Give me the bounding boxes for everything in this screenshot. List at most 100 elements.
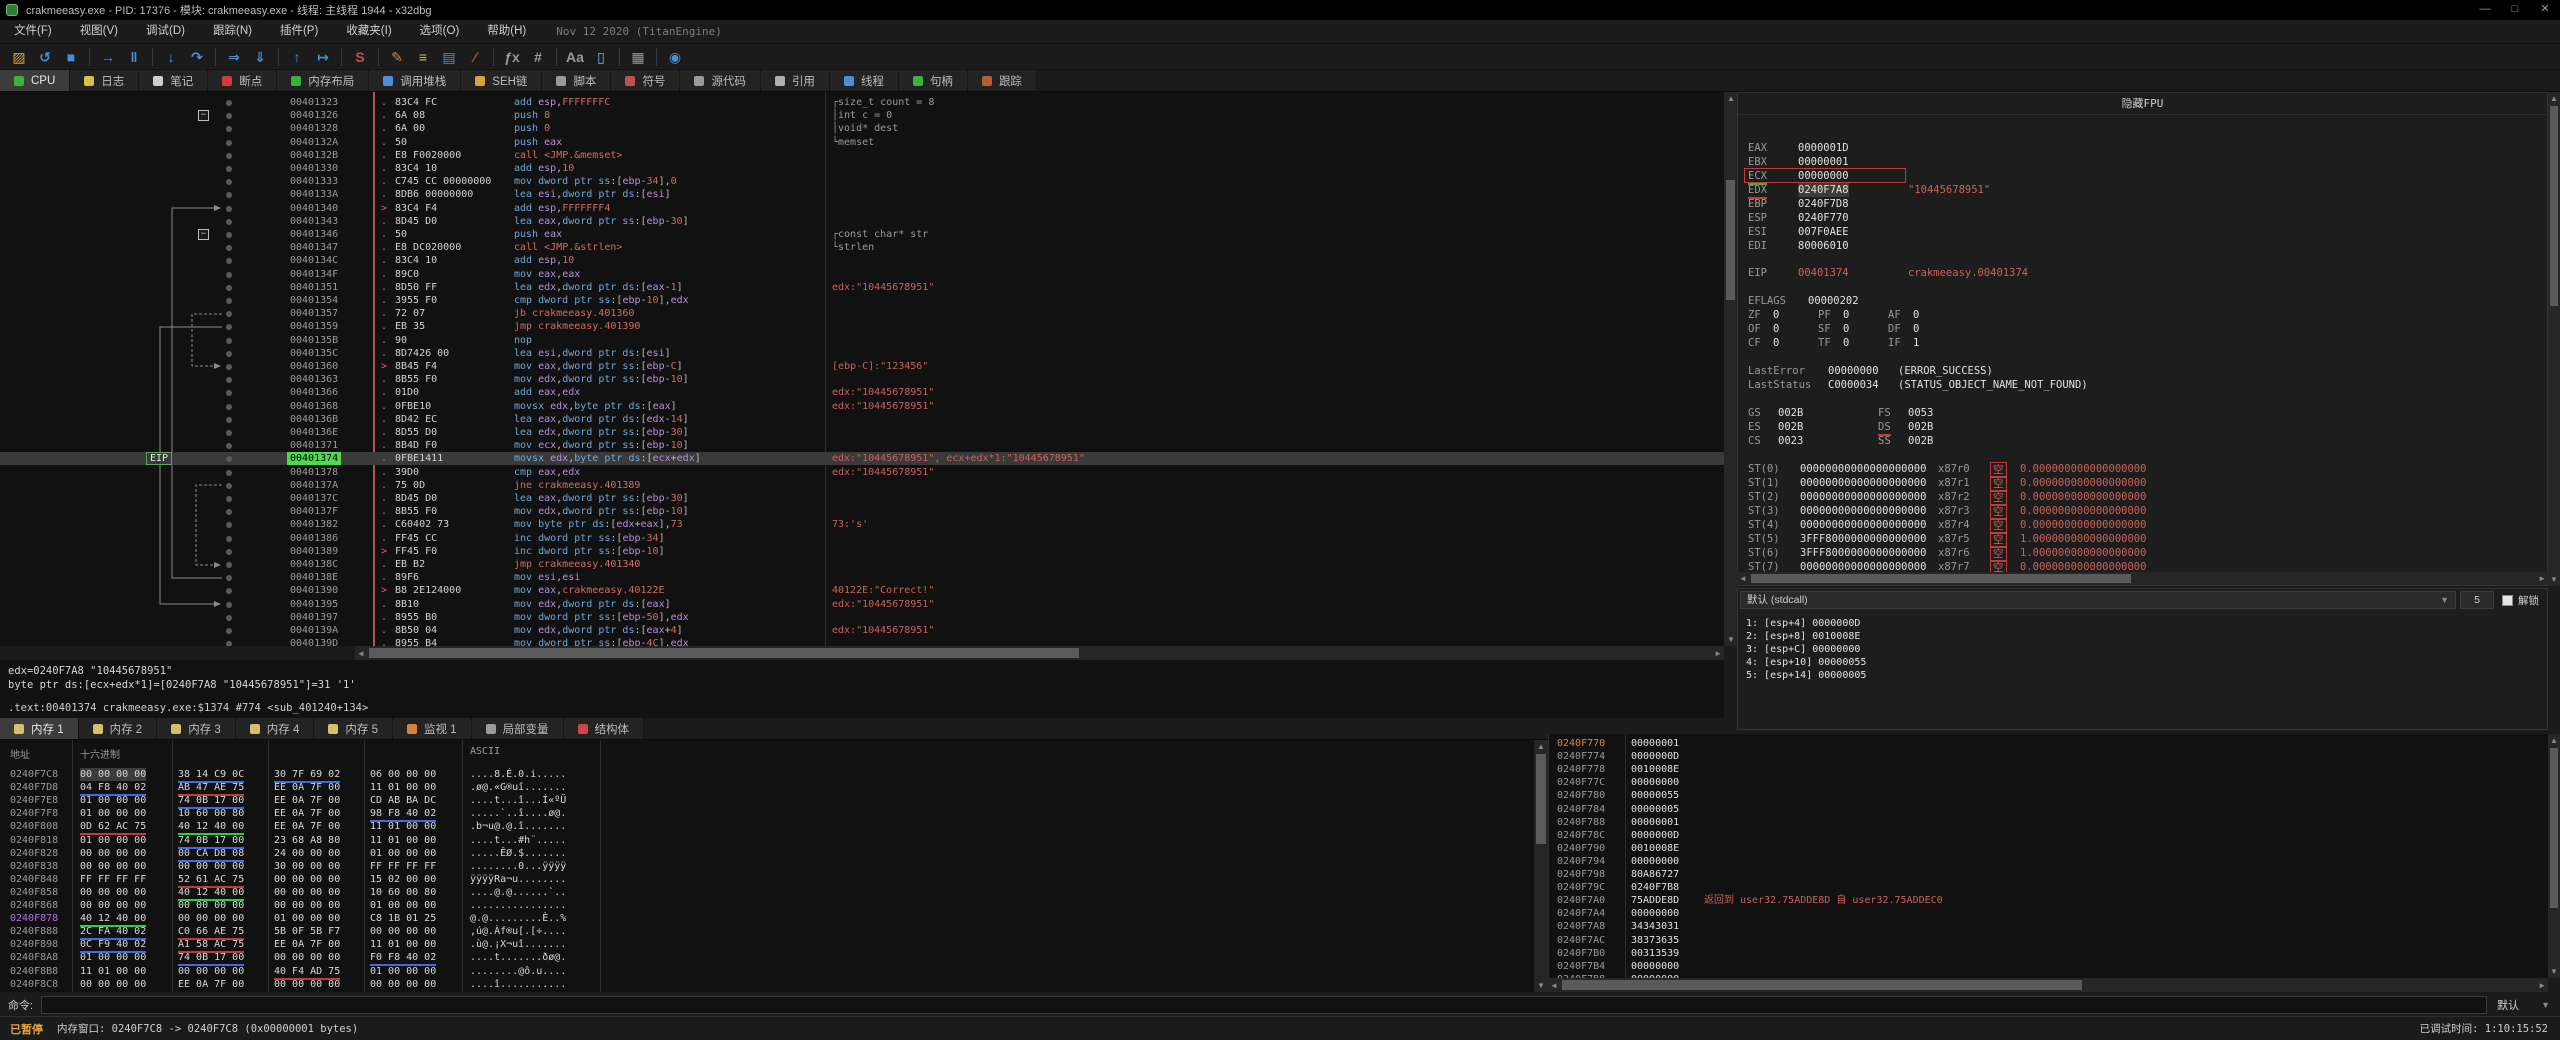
dump-row[interactable]: 0240F7C8 00 00 00 00 38 14 C9 0C 30 7F 69 0…: [0, 768, 1534, 783]
dump-vertical-scrollbar[interactable]: ▲ ▼: [1534, 740, 1548, 992]
disasm-row[interactable]: 00401330. 83C4 10 add esp,10: [0, 162, 1724, 175]
tab-句柄[interactable]: 句柄: [898, 70, 968, 91]
disasm-row[interactable]: 00401382. C60402 73 mov byte ptr ds:[edx+e…: [0, 518, 1724, 531]
argument-row[interactable]: 3: [esp+C] 00000000: [1746, 643, 1860, 656]
memory-dump-pane[interactable]: 0240F7C8 00 00 00 00 38 14 C9 0C 30 7F 69 0…: [0, 740, 1534, 992]
stack-row[interactable]: 0240F798 80A86727: [1549, 868, 2548, 881]
argument-row[interactable]: 1: [esp+4] 0000000D: [1746, 617, 1860, 630]
disasm-row[interactable]: 00401359. EB 35 jmp crakmeeasy.401390: [0, 320, 1724, 333]
stack-row[interactable]: 0240F79C 0240F7B8: [1549, 881, 2548, 894]
disasm-row[interactable]: 0040138C. EB B2 jmp crakmeeasy.401340: [0, 558, 1724, 571]
breakpoint-dot[interactable]: [226, 311, 232, 318]
disasm-row[interactable]: 00401333. C745 CC 00000000 mov dword ptr s…: [0, 175, 1724, 188]
breakpoint-dot[interactable]: [226, 100, 232, 106]
attach-icon[interactable]: ▯: [588, 46, 614, 68]
tab-跟踪[interactable]: 跟踪: [967, 70, 1037, 91]
tab-日志[interactable]: 日志: [70, 70, 140, 91]
disasm-row[interactable]: 0040136E. 8D55 D0 lea edx,dword ptr ss:[eb…: [0, 426, 1724, 439]
breakpoint-dot[interactable]: [226, 522, 232, 529]
breakpoint-dot[interactable]: [226, 298, 232, 304]
stack-row[interactable]: 0240F774 0000000D: [1549, 750, 2548, 763]
tab-断点[interactable]: 断点: [208, 70, 278, 91]
stack-vertical-scrollbar[interactable]: ▲ ▼: [2548, 734, 2560, 978]
close-button[interactable]: ✕: [2530, 0, 2560, 20]
disasm-row[interactable]: 0040132B. E8 F0020000 call <JMP.&memset>: [0, 149, 1724, 162]
breakpoint-dot[interactable]: [226, 548, 232, 555]
disasm-row[interactable]: 00401347. E8 DC020000 call <JMP.&strlen> └s…: [0, 241, 1724, 254]
disasm-row[interactable]: 0040137C. 8D45 D0 lea eax,dword ptr ss:[eb…: [0, 492, 1724, 505]
breakpoint-dot[interactable]: [226, 496, 232, 502]
dump-row[interactable]: 0240F7D8 04 F8 40 02 AB 47 AE 75 EE 0A 7F 0…: [0, 781, 1534, 797]
dump-row[interactable]: 0240F7E8 01 00 00 00 74 0B 17 00 EE 0A 7F 0…: [0, 794, 1534, 810]
disasm-row[interactable]: 00401378. 39D0 cmp eax,edx edx:"10445678951…: [0, 466, 1724, 479]
disasm-row[interactable]: 0040132A. 50 push eax └memset: [0, 136, 1724, 149]
argument-row[interactable]: 5: [esp+14] 00000005: [1746, 669, 1866, 682]
tab-内存布局[interactable]: 内存布局: [277, 70, 370, 91]
stop-icon[interactable]: ■: [58, 46, 84, 68]
menu-item-5[interactable]: 收藏夹(I): [332, 20, 405, 43]
tab-脚本[interactable]: 脚本: [542, 70, 612, 91]
breakpoint-dot[interactable]: [226, 126, 232, 133]
command-profile-select[interactable]: 默认 ▼: [2487, 997, 2560, 1013]
stack-row[interactable]: 0240F7B4 00000000: [1549, 960, 2548, 973]
dump-row[interactable]: 0240F8C8 00 00 00 00 EE 0A 7F 00 00 00 00 0…: [0, 978, 1534, 991]
breakpoint-dot[interactable]: [226, 113, 232, 120]
breakpoint-dot[interactable]: [226, 324, 232, 331]
stack-row[interactable]: 0240F7AC 38373635: [1549, 934, 2548, 947]
breakpoint-dot[interactable]: [226, 192, 232, 199]
run-icon[interactable]: →: [95, 46, 121, 68]
disasm-row[interactable]: 0040139D. 8955 B4 mov dword ptr ss:[ebp-4C…: [0, 637, 1724, 646]
dump-row[interactable]: 0240F858 00 00 00 00 40 12 40 00 00 00 00 0…: [0, 886, 1534, 901]
disasm-row[interactable]: 0040139A. 8B50 04 mov edx,dword ptr ds:[ea…: [0, 624, 1724, 637]
tab-引用[interactable]: 引用: [760, 70, 830, 91]
menu-item-4[interactable]: 插件(P): [266, 20, 332, 43]
dump-tab-监视 1[interactable]: 监视 1: [392, 718, 472, 739]
tab-源代码[interactable]: 源代码: [680, 70, 761, 91]
stack-row[interactable]: 0240F784 00000005: [1549, 803, 2548, 816]
stack-row[interactable]: 0240F7A0 75ADDE8D 返回到 user32.75ADDE8D 自 us…: [1549, 894, 2548, 907]
step-out-icon[interactable]: ⇓: [247, 46, 273, 68]
disasm-row[interactable]: 00401357. 72 07 jb crakmeeasy.401360: [0, 307, 1724, 320]
registers-vertical-scrollbar[interactable]: ▲ ▼: [2548, 92, 2560, 586]
breakpoint-dot[interactable]: [226, 535, 232, 542]
disasm-row[interactable]: 0040134C. 83C4 10 add esp,10: [0, 254, 1724, 267]
tab-笔记[interactable]: 笔记: [139, 70, 209, 91]
dump-tab-内存 3[interactable]: 内存 3: [157, 718, 236, 739]
menu-item-0[interactable]: 文件(F): [0, 20, 66, 43]
breakpoint-dot[interactable]: [226, 482, 232, 489]
breakpoint-dot[interactable]: [226, 166, 232, 172]
disasm-row[interactable]: 00401389 > FF45 F0 inc dword ptr ss:[ebp-10…: [0, 545, 1724, 558]
breakpoint-dot[interactable]: [226, 245, 232, 252]
stack-pane[interactable]: 0240F770 00000001 0240F774 0000000D 0240F778…: [1548, 734, 2548, 978]
breakpoint-dot[interactable]: [226, 337, 232, 344]
run-trace-icon[interactable]: ↦: [310, 46, 336, 68]
calculator-icon[interactable]: ▦: [625, 46, 651, 68]
dump-row[interactable]: 0240F848 FF FF FF FF 52 61 AC 75 00 00 00 0…: [0, 873, 1534, 888]
stack-row[interactable]: 0240F7A4 00000000: [1549, 907, 2548, 920]
disasm-horizontal-scrollbar[interactable]: ◄ ►: [355, 646, 1724, 660]
dump-row[interactable]: 0240F888 2C FA 40 02 C0 66 AE 75 5B 0F 5B F…: [0, 925, 1534, 941]
title-bar[interactable]: crakmeeasy.exe - PID: 17376 - 模块: crakme…: [0, 0, 2560, 20]
breakpoint-dot[interactable]: [226, 271, 232, 278]
breakpoint-dot[interactable]: [226, 416, 232, 423]
disasm-row[interactable]: 0040134F. 89C0 mov eax,eax: [0, 268, 1724, 281]
stack-row[interactable]: 0240F788 00000001: [1549, 816, 2548, 829]
dump-row[interactable]: 0240F828 00 00 00 00 00 CA D8 08 24 00 00 0…: [0, 847, 1534, 862]
restart-icon[interactable]: ↺: [32, 46, 58, 68]
disasm-row[interactable]: 00401397. 8955 B0 mov dword ptr ss:[ebp-50…: [0, 611, 1724, 624]
favourites-icon[interactable]: ≡: [410, 46, 436, 68]
step-into-icon[interactable]: ↓: [158, 46, 184, 68]
disasm-row[interactable]: 00401360 >8B45 F4 mov eax,dword ptr ss:[eb…: [0, 360, 1724, 373]
menu-item-2[interactable]: 调试(D): [132, 20, 199, 43]
disasm-row[interactable]: 00401371. 8B4D F0 mov ecx,dword ptr ss:[eb…: [0, 439, 1724, 452]
breakpoint-dot[interactable]: [226, 456, 232, 463]
breakpoint-dot[interactable]: [226, 364, 232, 370]
disasm-row[interactable]: 00401395. 8B10 mov edx,dword ptr ds:[eax] e…: [0, 598, 1724, 611]
disasm-row[interactable]: 00401326. 6A 08 push 8 │int c = 0 −: [0, 109, 1724, 122]
breakpoint-dot[interactable]: [226, 258, 232, 265]
argument-row[interactable]: 2: [esp+8] 0010008E: [1746, 630, 1860, 643]
patch-icon[interactable]: ✎: [384, 46, 410, 68]
menu-item-1[interactable]: 视图(V): [66, 20, 132, 43]
registers-pane[interactable]: 隐藏FPU EAX 0000001D EBX 00000001 ECX 00000000 E…: [1737, 92, 2548, 586]
argument-count-spinner[interactable]: 5: [2460, 591, 2494, 609]
